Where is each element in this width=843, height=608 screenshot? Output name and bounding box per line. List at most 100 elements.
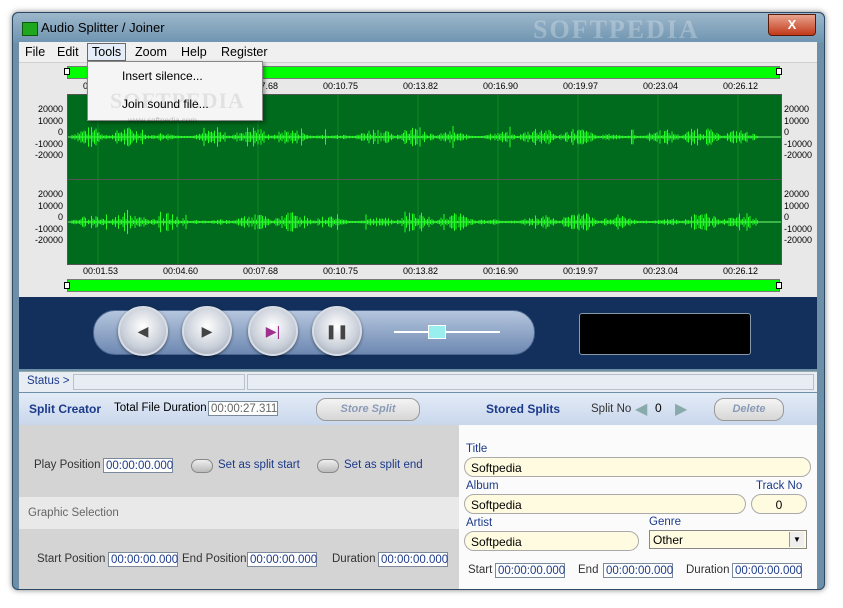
timeline-tick: 00:19.97 bbox=[563, 266, 599, 276]
split-creator-title: Split Creator bbox=[29, 402, 102, 416]
amplitude-label: 20000 bbox=[784, 189, 810, 199]
selection-bar-bottom[interactable] bbox=[67, 279, 780, 292]
start-position-field[interactable]: 00:00:00.000 bbox=[108, 552, 178, 567]
set-split-start-label[interactable]: Set as split start bbox=[218, 459, 300, 471]
split-next-icon[interactable]: ▶ bbox=[675, 399, 687, 419]
timeline-tick: 00:23.04 bbox=[643, 81, 679, 91]
timeline-tick: 00:13.82 bbox=[403, 266, 439, 276]
timeline-tick: 00:26.12 bbox=[723, 81, 759, 91]
artist-label: Artist bbox=[466, 517, 493, 529]
split-no-label: Split No bbox=[591, 403, 632, 415]
status-label[interactable]: Status > bbox=[27, 375, 70, 387]
album-field[interactable]: Softpedia bbox=[464, 494, 746, 514]
track-no-field[interactable]: 0 bbox=[751, 494, 807, 514]
amplitude-label: 10000 bbox=[37, 200, 63, 211]
timeline-tick: 00:16.90 bbox=[483, 81, 519, 91]
play-position-label: Play Position bbox=[34, 459, 101, 471]
menu-register[interactable]: Register bbox=[217, 44, 272, 60]
rewind-button[interactable]: ◀ bbox=[118, 306, 168, 356]
selection-handle-right[interactable] bbox=[776, 68, 782, 75]
amplitude-label: 10000 bbox=[784, 115, 810, 126]
timeline-tick: 00:23.04 bbox=[643, 266, 679, 276]
menu-file[interactable]: File bbox=[21, 44, 49, 60]
amplitude-label: -20000 bbox=[784, 235, 813, 245]
rewind-icon: ◀ bbox=[137, 323, 149, 339]
volume-thumb[interactable] bbox=[428, 325, 446, 339]
pause-button[interactable]: ❚❚ bbox=[312, 306, 362, 356]
set-split-start-radio[interactable] bbox=[191, 459, 213, 473]
window-title: Audio Splitter / Joiner bbox=[41, 20, 165, 35]
skip-button[interactable]: ▶| bbox=[248, 306, 298, 356]
menu-item-insert-silence[interactable]: Insert silence... bbox=[122, 69, 203, 83]
main-window: Audio Splitter / Joiner SOFTPEDIA X File… bbox=[12, 12, 825, 590]
amplitude-label: -10000 bbox=[784, 223, 813, 234]
title-bar[interactable]: Audio Splitter / Joiner SOFTPEDIA X bbox=[13, 13, 824, 44]
waveform-right bbox=[68, 180, 781, 264]
chevron-down-icon[interactable]: ▼ bbox=[789, 532, 804, 547]
play-button[interactable]: ▶ bbox=[182, 306, 232, 356]
close-button[interactable]: X bbox=[768, 14, 816, 36]
timeline-tick: 00:26.12 bbox=[723, 266, 759, 276]
graphic-selection-label: Graphic Selection bbox=[28, 507, 119, 519]
selection-handle-right-bottom[interactable] bbox=[776, 282, 782, 289]
title-label: Title bbox=[466, 443, 488, 455]
set-split-end-radio[interactable] bbox=[317, 459, 339, 473]
start-field[interactable]: 00:00:00.000 bbox=[495, 563, 565, 578]
end-label: End bbox=[578, 564, 599, 576]
stored-splits-panel: Stored Splits Split No ◀ 0 ▶ Delete Titl… bbox=[459, 393, 817, 589]
split-prev-icon[interactable]: ◀ bbox=[635, 399, 647, 419]
time-display bbox=[579, 313, 751, 355]
menu-edit[interactable]: Edit bbox=[53, 44, 83, 60]
delete-button[interactable]: Delete bbox=[714, 398, 784, 421]
transport-panel: ◀ ▶ ▶| ❚❚ bbox=[19, 297, 817, 369]
timeline-tick: 00:01.53 bbox=[83, 266, 119, 276]
end-position-field[interactable]: 00:00:00.000 bbox=[247, 552, 317, 567]
menu-tools[interactable]: Tools bbox=[87, 43, 127, 61]
amplitude-label: 0 bbox=[57, 127, 63, 137]
amplitude-label: 0 bbox=[57, 212, 63, 222]
timeline-tick: 00:16.90 bbox=[483, 266, 519, 276]
amplitude-label: 10000 bbox=[784, 200, 810, 211]
start-label: Start bbox=[468, 564, 493, 576]
duration-label: Duration bbox=[332, 553, 376, 565]
set-split-end-label[interactable]: Set as split end bbox=[344, 459, 423, 471]
menu-item-join-sound-file[interactable]: Join sound file... bbox=[122, 97, 209, 111]
timeline-tick: 00:10.75 bbox=[323, 81, 359, 91]
title-field[interactable]: Softpedia bbox=[464, 457, 811, 477]
amplitude-label: -10000 bbox=[34, 138, 63, 149]
timeline-tick: 00:04.60 bbox=[163, 266, 199, 276]
artist-field[interactable]: Softpedia bbox=[464, 531, 639, 551]
waveform-channel-right[interactable] bbox=[67, 179, 782, 265]
pause-icon: ❚❚ bbox=[325, 323, 349, 339]
timeline-tick: 00:07.68 bbox=[243, 266, 279, 276]
status-field-1 bbox=[73, 374, 245, 390]
watermark: SOFTPEDIA bbox=[533, 15, 700, 44]
selection-handle-left-bottom[interactable] bbox=[64, 282, 70, 289]
start-position-label: Start Position bbox=[37, 553, 106, 565]
menu-help[interactable]: Help bbox=[177, 44, 211, 60]
amplitude-label: -20000 bbox=[784, 150, 813, 160]
store-split-button[interactable]: Store Split bbox=[316, 398, 420, 421]
amplitude-label: 20000 bbox=[37, 189, 63, 199]
timeline-tick: 00:10.75 bbox=[323, 266, 359, 276]
genre-select[interactable]: Other ▼ bbox=[649, 530, 807, 549]
app-icon bbox=[22, 22, 38, 36]
end-field[interactable]: 00:00:00.000 bbox=[603, 563, 673, 578]
end-position-label: End Position bbox=[182, 553, 247, 565]
play-position-field[interactable]: 00:00:00.000 bbox=[103, 458, 173, 473]
genre-label: Genre bbox=[649, 516, 681, 528]
status-bar: Status > bbox=[19, 371, 817, 392]
amplitude-label: -20000 bbox=[34, 235, 63, 245]
split-duration-label: Duration bbox=[686, 564, 730, 576]
total-duration-label: Total File Duration bbox=[114, 402, 207, 414]
volume-track[interactable] bbox=[394, 331, 500, 333]
split-duration-field[interactable]: 00:00:00.000 bbox=[732, 563, 802, 578]
amplitude-label: 20000 bbox=[784, 104, 810, 114]
split-creator-header: Split Creator Total File Duration 00:00:… bbox=[19, 393, 459, 425]
duration-field[interactable]: 00:00:00.000 bbox=[378, 552, 448, 567]
selection-handle-left[interactable] bbox=[64, 68, 70, 75]
amplitude-label: 0 bbox=[784, 212, 790, 222]
total-duration-field: 00:00:27.311 bbox=[208, 401, 278, 416]
transport-controls: ◀ ▶ ▶| ❚❚ bbox=[93, 306, 535, 356]
menu-zoom[interactable]: Zoom bbox=[131, 44, 171, 60]
